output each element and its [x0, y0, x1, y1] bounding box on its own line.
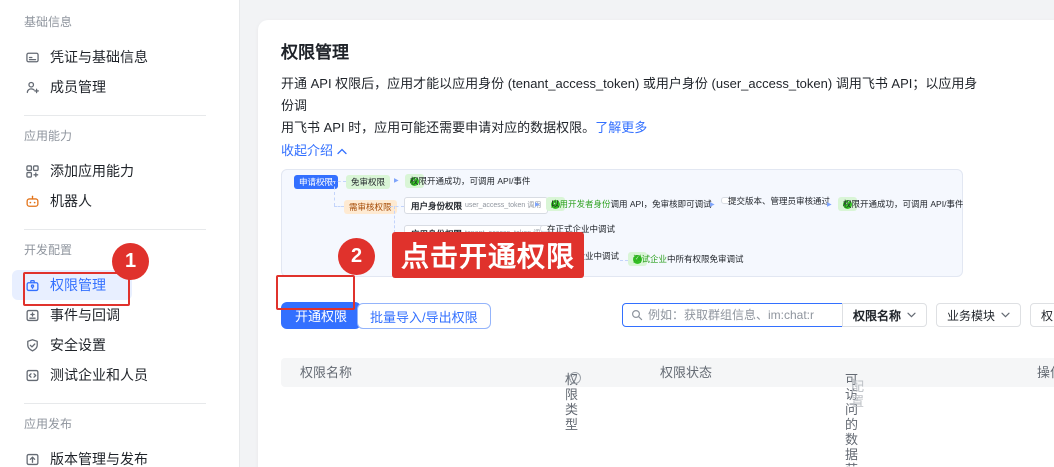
search-icon	[631, 309, 643, 321]
annotation-outline-step1	[23, 272, 130, 306]
apply-permission-badge: 申请权限	[294, 175, 338, 189]
formal-debug-box: 在正式企业中调试	[540, 225, 554, 232]
sidebar-item-members[interactable]: 成员管理	[12, 72, 132, 102]
submit-result-text: 权限开通成功，可调用 API/事件	[843, 199, 963, 209]
filter-label: 业务模块	[947, 307, 995, 324]
configure-link[interactable]: 配置 ›	[851, 372, 855, 387]
permission-table-header: 权限名称 权限类型? 权限状态 可访问的数据范围配置 › 操作	[281, 358, 1054, 387]
filter-business-module[interactable]: 业务模块	[936, 303, 1021, 327]
flow-arrow-icon: ▶	[535, 201, 540, 208]
sidebar-item-label: 添加应用能力	[50, 161, 134, 181]
sidebar-item-label: 机器人	[50, 191, 92, 211]
sidebar-item-bot[interactable]: 机器人	[12, 186, 118, 216]
dev-debug-badge: ✓ 以应用开发者身份调用 API，免审核即可调试	[546, 197, 565, 211]
shield-check-icon	[24, 337, 40, 353]
sidebar-item-security[interactable]: 安全设置	[12, 330, 132, 360]
sidebar-divider	[24, 229, 206, 230]
connector	[394, 206, 395, 233]
help-icon[interactable]: ?	[569, 372, 581, 384]
sidebar-item-test-enterprise[interactable]: 测试企业和人员	[12, 360, 174, 390]
filter-permission-status[interactable]: 权限状态	[1030, 303, 1054, 327]
user-add-icon	[24, 79, 40, 95]
free-result-text: 权限开通成功，可调用 API/事件	[410, 176, 530, 186]
chevron-down-icon	[907, 312, 916, 318]
submit-version-box: 提交版本、管理员审核通过	[721, 197, 735, 204]
sidebar-item-label: 安全设置	[50, 335, 106, 355]
sidebar-item-add-capability[interactable]: 添加应用能力	[12, 156, 160, 186]
permission-management-panel: 权限管理 开通 API 权限后，应用才能以应用身份 (tenant_access…	[258, 20, 1054, 467]
flow-arrow-icon: ▶	[827, 201, 832, 208]
sidebar-item-label: 版本管理与发布	[50, 449, 148, 467]
connector	[620, 260, 628, 261]
user-token-label: user_access_token 调用	[465, 201, 541, 211]
column-permission-name: 权限名称	[300, 365, 352, 380]
collapse-intro-link[interactable]: 收起介绍	[281, 142, 347, 160]
grid-add-icon	[24, 163, 40, 179]
batch-import-export-button[interactable]: 批量导入/导出权限	[357, 303, 491, 329]
sidebar-item-credentials[interactable]: 凭证与基础信息	[12, 42, 174, 72]
upload-arrow-icon	[24, 451, 40, 467]
connector	[334, 181, 335, 206]
chevron-up-icon	[337, 148, 347, 155]
submit-result-badge: ✓ 权限开通成功，可调用 API/事件	[838, 197, 857, 211]
description-line-1: 开通 API 权限后，应用才能以应用身份 (tenant_access_toke…	[281, 76, 977, 113]
sidebar-item-version-release[interactable]: 版本管理与发布	[12, 444, 174, 467]
id-card-icon	[24, 49, 40, 65]
column-action: 操作	[1037, 365, 1054, 380]
sidebar-divider	[24, 115, 206, 116]
permission-flow-diagram: 申请权限 免审权限 ▶ ✓ 权限开通成功，可调用 API/事件 需审核权限 用户…	[281, 169, 963, 277]
sidebar-item-label: 测试企业和人员	[50, 365, 148, 385]
filter-permission-name[interactable]: 权限名称	[842, 303, 927, 327]
search-filter-group: 权限名称 业务模块 权限状态	[622, 303, 1054, 327]
connector	[390, 206, 404, 207]
dev-debug-text: 以应用开发者身份调用 API，免审核即可调试	[551, 199, 611, 209]
page-title: 权限管理	[281, 43, 1054, 63]
event-callback-icon	[24, 307, 40, 323]
sidebar-section-basic-info: 基础信息	[24, 14, 239, 30]
test-free-badge: ✓ 测试企业中所有权限免审调试	[628, 252, 647, 266]
sidebar-item-label: 成员管理	[50, 77, 106, 97]
annotation-outline-step2	[276, 275, 355, 310]
flow-arrow-icon: ▶	[710, 201, 715, 208]
sidebar-divider	[24, 403, 206, 404]
filter-label: 权限名称	[853, 307, 901, 324]
sidebar: 基础信息 凭证与基础信息 成员管理 应用能力 添加应用能力 机器人	[0, 0, 240, 467]
search-input[interactable]	[648, 308, 828, 322]
robot-icon	[24, 193, 40, 209]
connector	[334, 206, 344, 207]
sidebar-section-capabilities: 应用能力	[24, 128, 239, 144]
test-free-text: 测试企业中所有权限免审调试	[633, 254, 667, 264]
description-line-2: 用飞书 API 时，应用可能还需要申请对应的数据权限。	[281, 120, 595, 135]
column-permission-status: 权限状态	[660, 365, 712, 380]
user-identity-box: 用户身份权限 user_access_token 调用	[404, 197, 548, 214]
no-review-badge: 免审权限	[346, 175, 390, 189]
learn-more-link[interactable]: 了解更多	[595, 120, 647, 135]
review-required-badge: 需审核权限	[344, 200, 397, 214]
sidebar-section-release: 应用发布	[24, 416, 239, 432]
page-description: 开通 API 权限后，应用才能以应用身份 (tenant_access_toke…	[281, 73, 981, 139]
sidebar-item-label: 事件与回调	[50, 305, 120, 325]
permission-search-box[interactable]	[622, 303, 843, 327]
free-result-badge: ✓ 权限开通成功，可调用 API/事件	[405, 174, 424, 188]
annotation-step2-label: 点击开通权限	[392, 232, 584, 278]
toolbar: 开通权限 批量导入/导出权限 权限名称 业务模块	[281, 302, 1054, 329]
submit-version-label: 提交版本、管理员审核通过	[728, 196, 830, 206]
collapse-intro-label: 收起介绍	[281, 142, 333, 160]
flow-arrow-icon: ▶	[394, 177, 399, 184]
annotation-step1-circle: 1	[112, 243, 149, 280]
sidebar-item-label: 凭证与基础信息	[50, 47, 148, 67]
chevron-down-icon	[1001, 312, 1010, 318]
annotation-step2-circle: 2	[338, 238, 375, 275]
code-brackets-icon	[24, 367, 40, 383]
user-identity-label: 用户身份权限	[411, 201, 462, 211]
filter-label: 权限状态	[1041, 307, 1054, 324]
